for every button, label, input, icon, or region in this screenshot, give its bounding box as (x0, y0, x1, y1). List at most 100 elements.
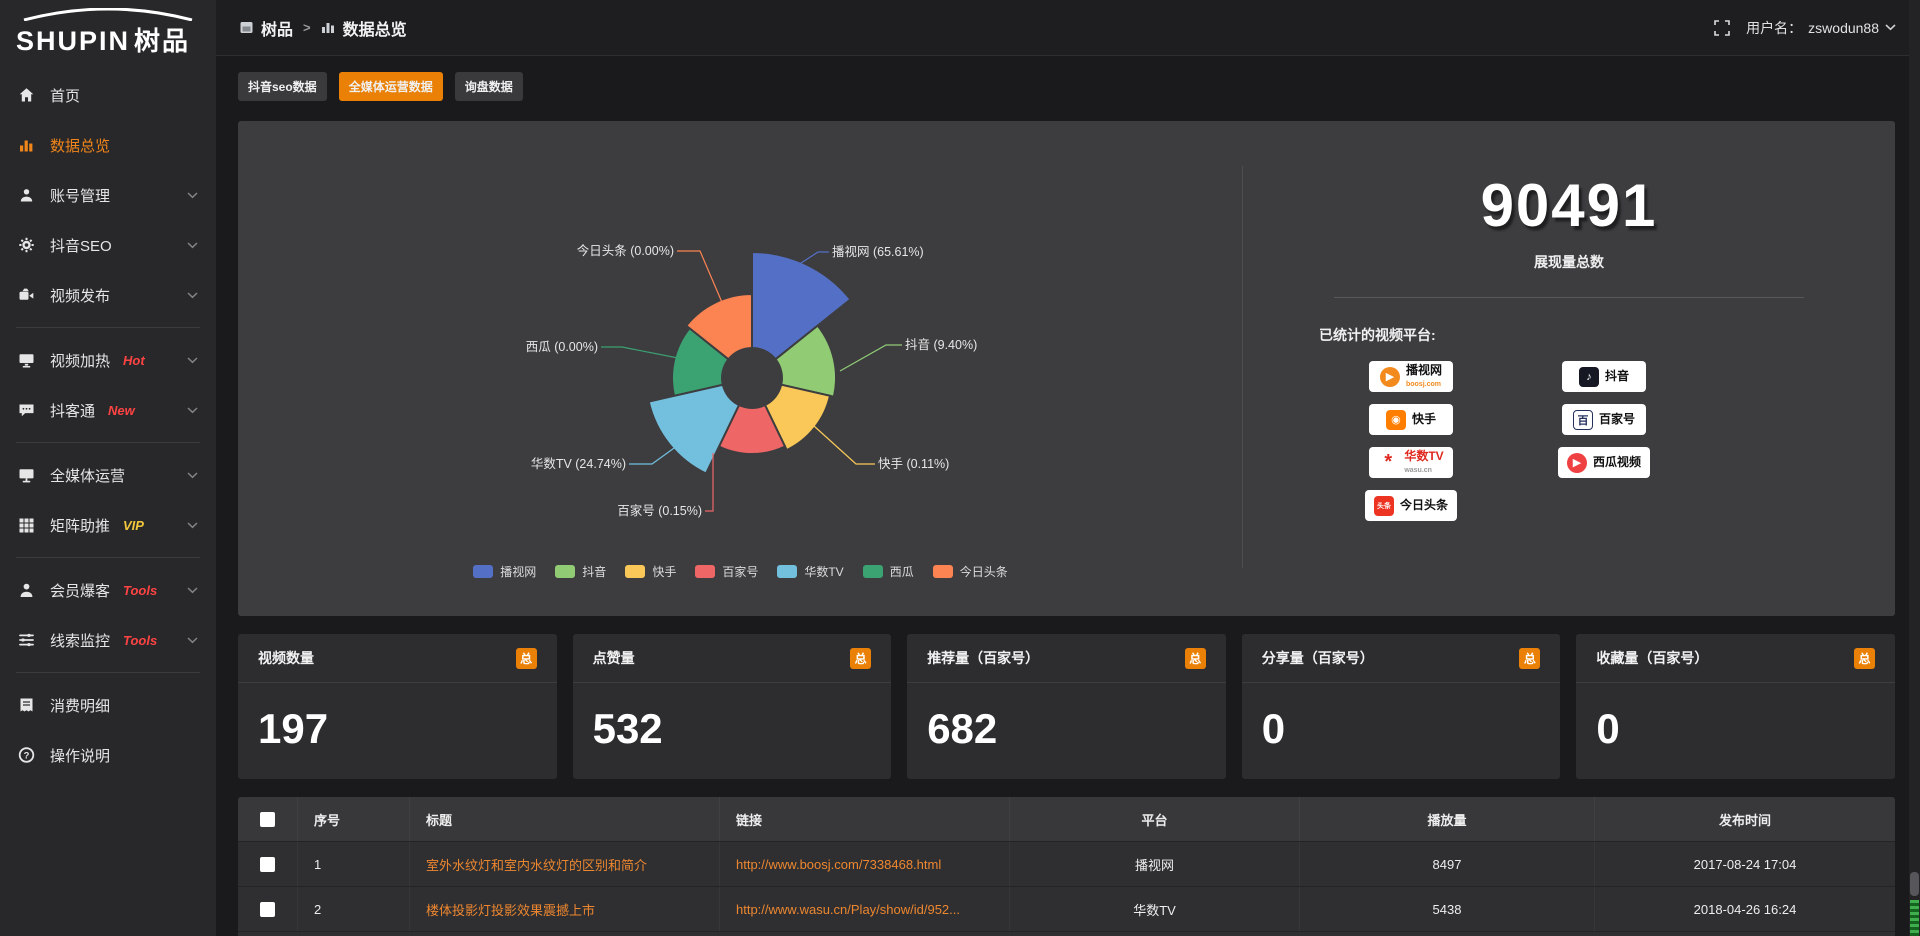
username: zswodun88 (1808, 20, 1879, 36)
toutiao-logo-icon: 头条 (1374, 496, 1394, 516)
sidebar-item-receipt[interactable]: 消费明细 (0, 680, 216, 730)
home-icon (18, 87, 35, 104)
sidebar-divider (16, 672, 200, 673)
chevron-down-icon (187, 242, 198, 249)
logo-arc (20, 8, 196, 21)
platform-badge-boosj[interactable]: ▶播视网boosj.com (1369, 361, 1453, 392)
platform-badge-douyin[interactable]: ♪抖音 (1562, 361, 1646, 392)
chevron-down-icon (187, 587, 198, 594)
legend-swatch (863, 565, 883, 578)
pie-label: 西瓜 (0.00%) (526, 340, 598, 354)
legend-item-西瓜[interactable]: 西瓜 (863, 563, 914, 580)
stat-card-title: 点赞量 (593, 648, 635, 668)
pie-label: 快手 (0.11%) (878, 457, 949, 471)
stat-cards: 视频数量总197点赞量总532推荐量（百家号）总682分享量（百家号）总0收藏量… (238, 634, 1895, 779)
total-badge: 总 (1185, 648, 1206, 669)
sidebar-item-question[interactable]: ?操作说明 (0, 730, 216, 780)
cell-platform: 华数TV (1010, 887, 1300, 931)
legend-swatch (777, 565, 797, 578)
cell-plays: 8497 (1300, 842, 1595, 886)
scrollbar-markers (1910, 900, 1919, 936)
tab-0[interactable]: 抖音seo数据 (238, 72, 327, 101)
legend-item-百家号[interactable]: 百家号 (695, 563, 758, 580)
cell-title-link[interactable]: 楼体投影灯投影效果震撼上市 (410, 887, 720, 931)
table-row: 2楼体投影灯投影效果震撼上市http://www.wasu.cn/Play/sh… (238, 886, 1895, 931)
platform-subtext: boosj.com (1406, 381, 1441, 388)
grid-icon (18, 517, 35, 534)
sidebar-item-label: 抖音SEO (50, 235, 112, 256)
sidebar-item-chart[interactable]: 数据总览 (0, 120, 216, 170)
platform-badge-wasu[interactable]: *华数TVwasu.cn (1369, 447, 1453, 478)
username-label: 用户名： (1746, 18, 1802, 38)
breadcrumb-root[interactable]: 树品 (261, 16, 293, 40)
sidebar-item-label: 数据总览 (50, 135, 110, 156)
sidebar-item-member[interactable]: 会员爆客Tools (0, 565, 216, 615)
platform-name: 抖音 (1605, 370, 1629, 383)
legend-item-今日头条[interactable]: 今日头条 (933, 563, 1008, 580)
cell-url-link[interactable]: http://www.boosj.com/7338468.html (720, 842, 1010, 886)
page-scrollbar[interactable] (1909, 0, 1920, 936)
sidebar-item-tag: Hot (123, 353, 145, 368)
wasu-logo-icon: * (1378, 453, 1398, 473)
sidebar-item-label: 全媒体运营 (50, 465, 125, 486)
platform-badge-xigua[interactable]: ▶西瓜视频 (1558, 447, 1650, 478)
select-all-checkbox[interactable] (260, 812, 275, 827)
legend-item-华数TV[interactable]: 华数TV (777, 563, 843, 580)
legend-item-抖音[interactable]: 抖音 (555, 563, 606, 580)
chevron-down-icon (187, 407, 198, 414)
tab-2[interactable]: 询盘数据 (455, 72, 523, 101)
col-header-published: 发布时间 (1595, 797, 1895, 841)
kuaishou-logo-icon: ◉ (1386, 410, 1406, 430)
row-checkbox[interactable] (260, 902, 275, 917)
sidebar-item-grid[interactable]: 矩阵助推VIP (0, 500, 216, 550)
sidebar-item-user[interactable]: 账号管理 (0, 170, 216, 220)
sidebar: SHUPIN 树品 首页数据总览账号管理抖音SEO视频发布视频加热Hot抖客通N… (0, 0, 216, 936)
cell-url-link[interactable]: http://www.wasu.cn/Play/show/id/952... (720, 887, 1010, 931)
platform-badge-toutiao[interactable]: 头条今日头条 (1365, 490, 1457, 521)
platform-badge-baijiahao[interactable]: 百百家号 (1562, 404, 1646, 435)
sidebar-item-monitor[interactable]: 全媒体运营 (0, 450, 216, 500)
sidebar-item-home[interactable]: 首页 (0, 70, 216, 120)
logo-text-en: SHUPIN (16, 26, 130, 57)
chat-icon (18, 402, 35, 419)
platform-badge-kuaishou[interactable]: ◉快手 (1369, 404, 1453, 435)
sidebar-item-tag: New (108, 403, 135, 418)
cell-plays: 5438 (1300, 887, 1595, 931)
scrollbar-thumb[interactable] (1910, 872, 1919, 896)
heat-icon (18, 352, 35, 369)
app-root: SHUPIN 树品 首页数据总览账号管理抖音SEO视频发布视频加热Hot抖客通N… (0, 0, 1920, 936)
stat-card-title: 分享量（百家号） (1262, 648, 1374, 668)
legend-label: 快手 (652, 563, 676, 580)
fullscreen-icon[interactable] (1714, 20, 1730, 36)
sidebar-item-label: 消费明细 (50, 695, 110, 716)
sidebar-item-heat[interactable]: 视频加热Hot (0, 335, 216, 385)
rose-pie-chart[interactable]: 播视网 (65.61%)抖音 (9.40%)快手 (0.11%)百家号 (0.1… (238, 121, 1243, 553)
chevron-down-icon (1885, 24, 1896, 31)
sidebar-item-sliders[interactable]: 线索监控Tools (0, 615, 216, 665)
sidebar-item-publish[interactable]: 视频发布 (0, 270, 216, 320)
stat-card-title: 收藏量（百家号） (1596, 648, 1708, 668)
sidebar-item-label: 账号管理 (50, 185, 110, 206)
topbar: 树品 > 数据总览 用户名：zswodun88 (216, 0, 1920, 56)
sidebar-divider (16, 557, 200, 558)
pie-label: 抖音 (9.40%) (905, 337, 977, 352)
sidebar-item-gear[interactable]: 抖音SEO (0, 220, 216, 270)
legend-swatch (695, 565, 715, 578)
legend-item-播视网[interactable]: 播视网 (473, 563, 536, 580)
sidebar-divider (16, 327, 200, 328)
cell-title-link[interactable]: 室外水纹灯和室内水纹灯的区别和简介 (410, 842, 720, 886)
user-menu[interactable]: 用户名： zswodun88 (1746, 18, 1896, 38)
user-icon (18, 187, 35, 204)
stat-card-2: 推荐量（百家号）总682 (907, 634, 1226, 779)
col-header-platform: 平台 (1010, 797, 1300, 841)
legend-item-快手[interactable]: 快手 (625, 563, 676, 580)
chevron-down-icon (187, 637, 198, 644)
breadcrumb-current: 数据总览 (343, 16, 407, 40)
pie-slice-华数TV[interactable] (649, 385, 739, 474)
question-icon: ? (18, 747, 35, 764)
pie-label: 播视网 (65.61%) (832, 244, 924, 259)
row-checkbox[interactable] (260, 857, 275, 872)
sidebar-item-chat[interactable]: 抖客通New (0, 385, 216, 435)
stat-card-4: 收藏量（百家号）总0 (1576, 634, 1895, 779)
tab-1[interactable]: 全媒体运营数据 (339, 72, 443, 101)
